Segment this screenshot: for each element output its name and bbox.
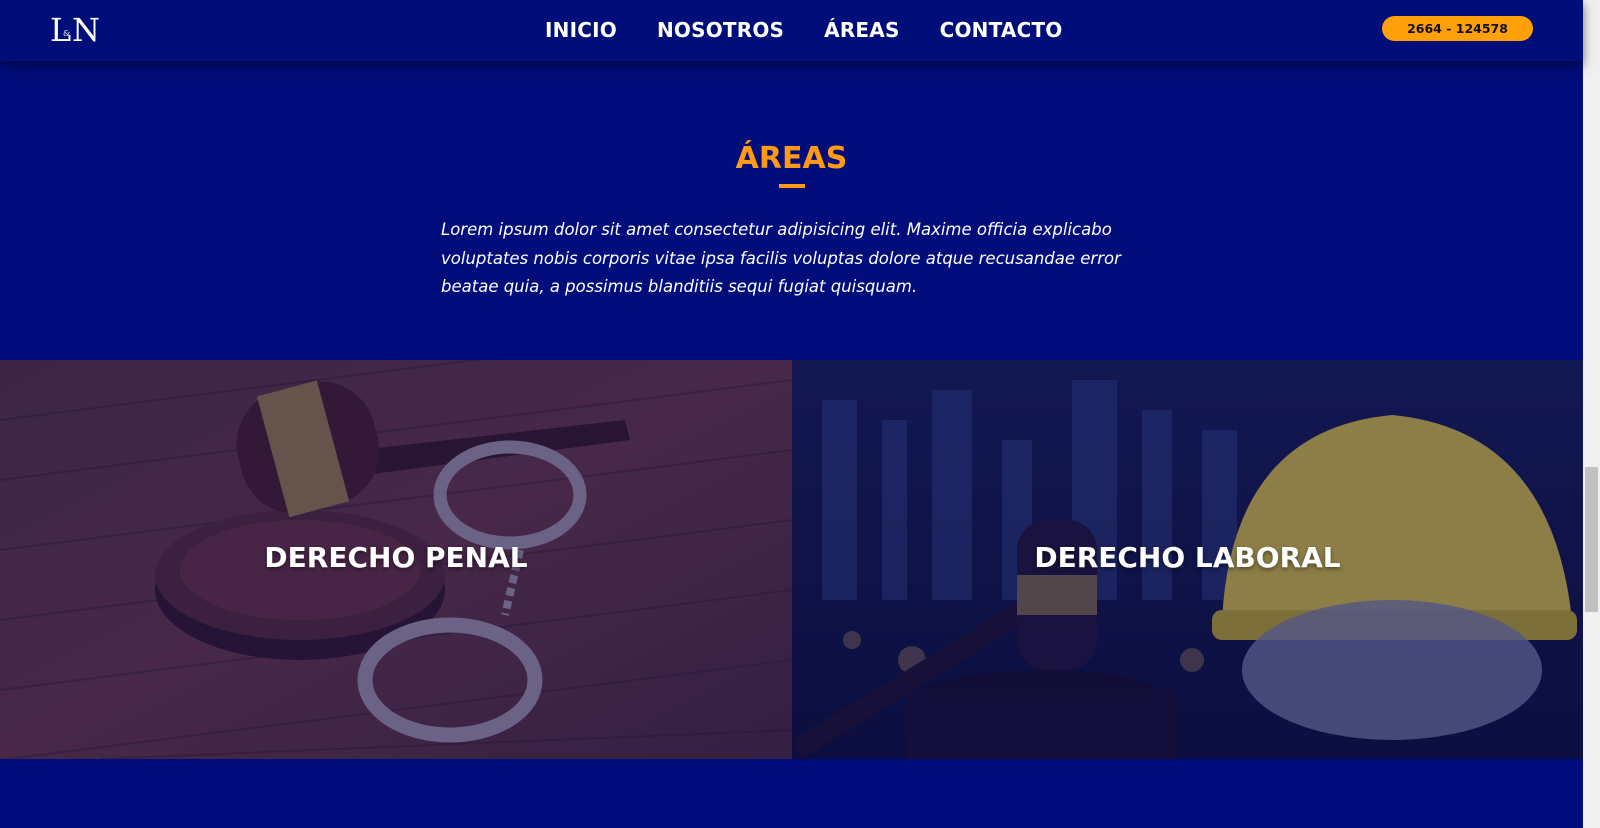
scrollbar-thumb[interactable] [1585,467,1598,612]
nav-link-areas[interactable]: ÁREAS [824,16,899,44]
areas-cards: DERECHO PENAL DERECHO LABORAL [0,360,1583,759]
scrollbar-track[interactable] [1583,0,1600,828]
area-title-derecho-penal: DERECHO PENAL [264,541,528,574]
section-title: ÁREAS [735,141,848,176]
logo[interactable]: L & N [50,12,102,48]
nav-link-inicio[interactable]: INICIO [545,16,617,44]
section-intro-text: Lorem ipsum dolor sit amet consectetur a… [441,220,1121,296]
area-card-derecho-laboral[interactable]: DERECHO LABORAL [792,360,1583,759]
area-card-derecho-penal[interactable]: DERECHO PENAL [0,360,792,759]
site-header: L & N INICIO NOSOTROS ÁREAS CONTACTO 266… [0,0,1583,61]
nav-link-nosotros[interactable]: NOSOTROS [657,16,784,44]
nav-link-contacto[interactable]: CONTACTO [940,16,1063,44]
main-nav: INICIO NOSOTROS ÁREAS CONTACTO [545,16,1063,44]
title-underline [779,184,805,188]
phone-button[interactable]: 2664 - 124578 [1382,16,1533,41]
area-title-derecho-laboral: DERECHO LABORAL [1034,541,1341,574]
